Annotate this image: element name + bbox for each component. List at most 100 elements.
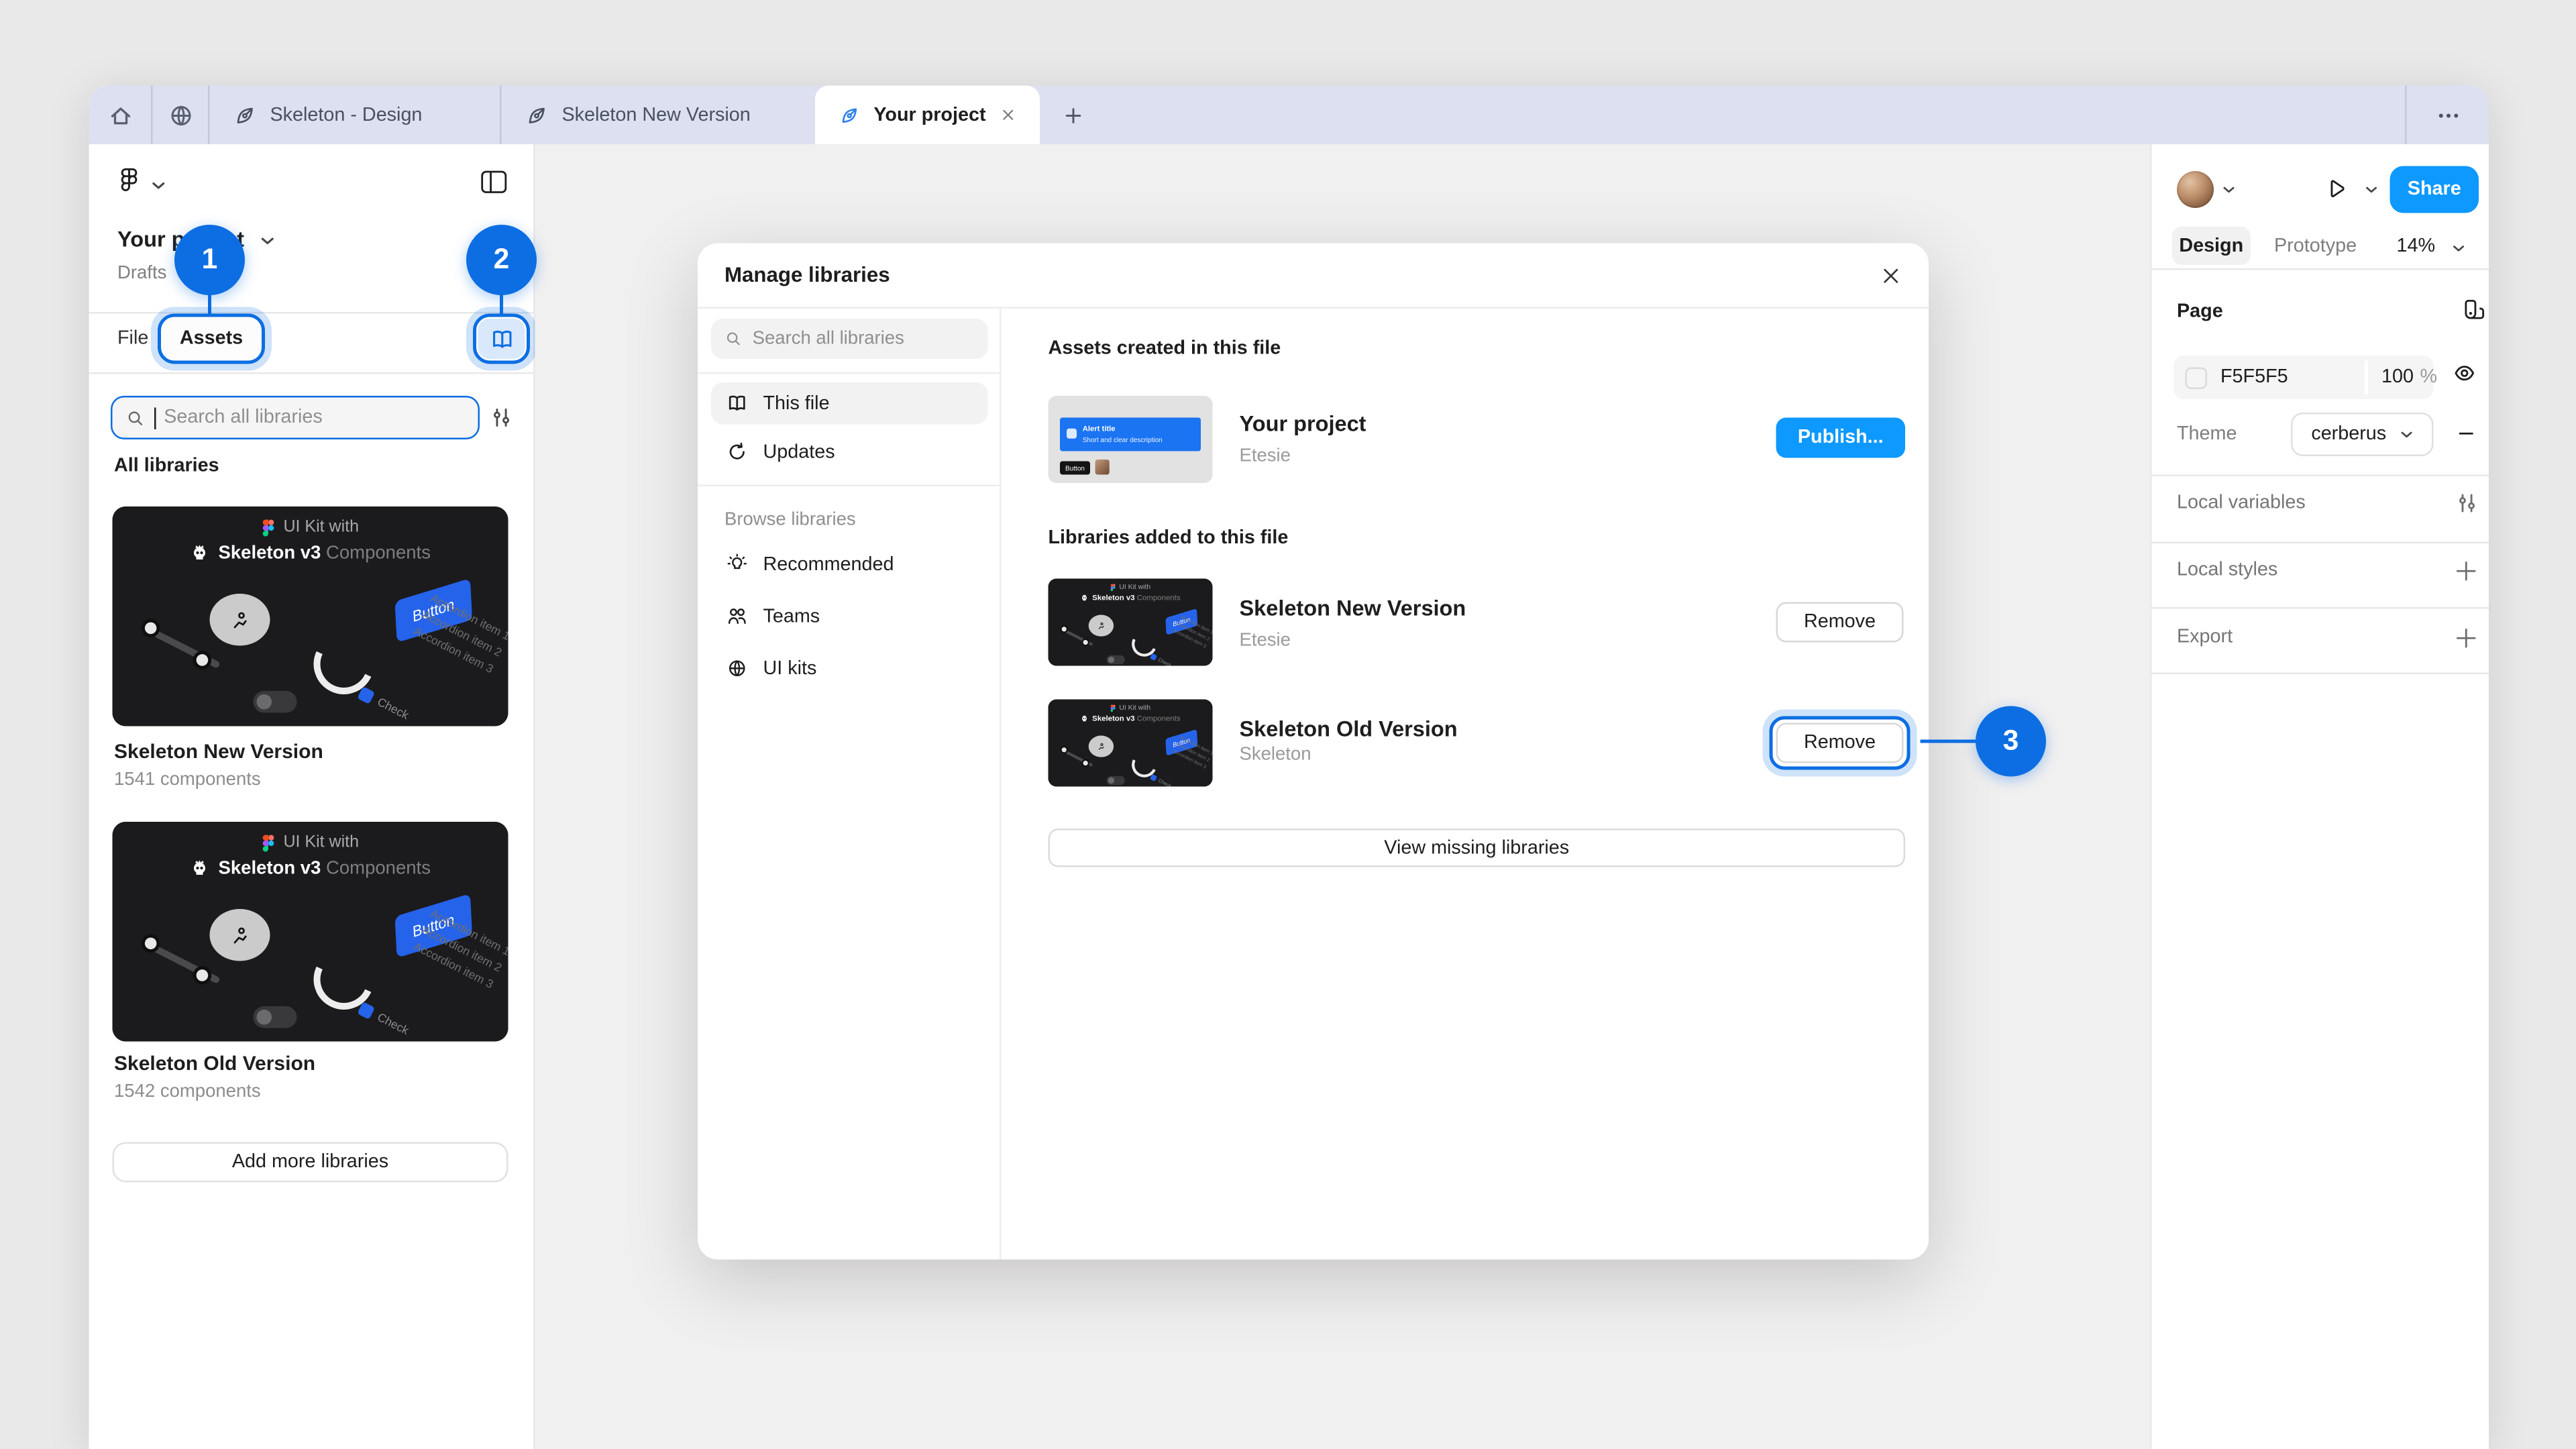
dialog-search[interactable] (711, 319, 988, 359)
skull-icon (1080, 714, 1088, 722)
plus-icon[interactable] (2454, 626, 2479, 651)
thumb-alert: Alert title Short and clear description (1060, 418, 1201, 451)
libraries-button-highlight (473, 314, 530, 364)
lightbulb-icon (727, 553, 749, 576)
book-icon (727, 392, 749, 415)
panel-toggle-icon[interactable] (480, 170, 508, 195)
nav-ui-kits[interactable]: UI kits (711, 647, 988, 690)
figma-logo-icon[interactable] (113, 164, 146, 198)
dialog-search-input[interactable] (753, 329, 975, 349)
step-badge-2: 2 (466, 225, 537, 295)
screen: Skeleton - Design Skeleton New Version Y… (0, 0, 2576, 1449)
assets-tab[interactable]: Assets (163, 319, 260, 359)
library-components-count: 1541 components (114, 770, 261, 792)
assets-tab-highlight: Assets (158, 314, 265, 364)
nav-label: UI kits (763, 658, 817, 678)
tab-label: Skeleton New Version (562, 105, 751, 125)
remove-button[interactable]: Remove (1776, 602, 1904, 643)
figma-window: Skeleton - Design Skeleton New Version Y… (89, 86, 2489, 1449)
dialog-content: Assets created in this file Alert title … (1002, 307, 1929, 1260)
sidebar-search[interactable] (111, 396, 480, 439)
dialog-nav: This file Updates Browse libraries Recom… (698, 307, 1002, 1260)
sidebar-search-input[interactable] (164, 408, 464, 428)
minus-icon[interactable] (2455, 423, 2477, 445)
libraries-button[interactable] (478, 319, 525, 359)
remove-button[interactable]: Remove (1776, 723, 1904, 763)
nav-recommended[interactable]: Recommended (711, 543, 988, 586)
new-tab-button[interactable] (1040, 86, 1107, 145)
card-line2-gray: Components (326, 859, 431, 879)
chevron-down-icon[interactable] (2222, 184, 2236, 195)
canvas[interactable]: Manage libraries This file (535, 144, 2151, 1449)
plus-icon[interactable] (2454, 559, 2479, 584)
figma-logo-color-icon (1110, 584, 1116, 591)
nav-label: Teams (763, 606, 820, 627)
nav-section-heading: Browse libraries (724, 510, 856, 530)
page-color-row[interactable]: F5F5F5 100 % (2174, 356, 2434, 399)
browser-button[interactable] (153, 86, 209, 145)
nav-label: Updates (763, 442, 835, 462)
library-components-count: 1542 components (114, 1082, 261, 1104)
nav-label: Recommended (763, 554, 894, 574)
share-button[interactable]: Share (2390, 166, 2479, 213)
tab-your-project[interactable]: Your project (815, 86, 1040, 145)
step-badge-1: 1 (174, 225, 245, 295)
color-swatch[interactable] (2186, 366, 2208, 388)
eye-icon[interactable] (2452, 361, 2477, 386)
component-avatar (210, 909, 270, 961)
file-tab[interactable]: File (117, 329, 148, 351)
more-menu-button[interactable] (2407, 86, 2489, 145)
divider (698, 485, 1002, 487)
dialog-title: Manage libraries (724, 264, 890, 287)
add-more-libraries-button[interactable]: Add more libraries (113, 1142, 508, 1183)
divider (2152, 607, 2489, 609)
nav-this-file[interactable]: This file (711, 382, 988, 425)
nav-updates[interactable]: Updates (711, 431, 988, 474)
tab-skeleton-design[interactable]: Skeleton - Design (210, 86, 500, 145)
library-row-thumbnail: UI Kit with Skeleton v3 Components Butto… (1049, 579, 1213, 666)
all-libraries-heading: All libraries (114, 456, 219, 476)
library-name[interactable]: Skeleton New Version (114, 740, 323, 765)
percent-sign: % (2420, 368, 2438, 390)
chevron-down-icon[interactable] (2365, 184, 2378, 195)
publish-button[interactable]: Publish... (1776, 418, 1906, 458)
pen-nib-icon (233, 103, 257, 127)
play-icon[interactable] (2324, 176, 2348, 202)
home-icon (107, 101, 133, 128)
tab-design[interactable]: Design (2172, 227, 2251, 266)
variables-sliders-icon[interactable] (2455, 492, 2479, 515)
project-subtitle: Drafts (117, 264, 166, 284)
card-line2-bold: Skeleton v3 (219, 543, 321, 564)
library-row-thumbnail: UI Kit with Skeleton v3 Components Butto… (1049, 700, 1213, 787)
row-subtitle: Skeleton (1240, 745, 1311, 767)
chevron-down-icon[interactable] (260, 235, 276, 247)
close-icon[interactable] (1000, 106, 1016, 125)
skull-icon (1080, 594, 1088, 602)
theme-dropdown[interactable]: cerberus (2291, 413, 2434, 456)
tab-prototype[interactable]: Prototype (2274, 237, 2357, 259)
view-missing-libraries-button[interactable]: View missing libraries (1049, 828, 1906, 867)
tab-skeleton-new-version[interactable]: Skeleton New Version (502, 86, 796, 145)
opacity-value[interactable]: 100 (2381, 368, 2414, 390)
library-thumbnail-skeleton-old[interactable]: UI Kit with Skeleton v3 Components Butto… (113, 822, 508, 1042)
local-variables-label: Local variables (2177, 493, 2306, 515)
filter-sliders-icon[interactable] (490, 406, 513, 429)
component-toggle (254, 691, 297, 713)
library-name[interactable]: Skeleton Old Version (114, 1052, 315, 1077)
chevron-down-icon[interactable] (2452, 244, 2465, 254)
divider (2152, 673, 2489, 675)
component-checkbox: Check (357, 686, 411, 722)
close-icon[interactable] (1880, 265, 1902, 287)
zoom-level[interactable]: 14% (2397, 237, 2436, 259)
nav-teams[interactable]: Teams (711, 596, 988, 638)
color-hex[interactable]: F5F5F5 (2220, 368, 2288, 390)
added-heading: Libraries added to this file (1049, 529, 1289, 549)
avatar[interactable] (2177, 171, 2214, 208)
figma-logo-color-icon (262, 519, 275, 537)
component-avatar (210, 594, 270, 646)
home-button[interactable] (89, 86, 152, 145)
library-thumbnail-skeleton-new[interactable]: UI Kit with Skeleton v3 Components Butto… (113, 506, 508, 727)
swatchbook-icon[interactable] (2462, 297, 2487, 323)
chevron-down-icon[interactable] (151, 180, 166, 192)
badge-3-connector (1921, 739, 1981, 743)
